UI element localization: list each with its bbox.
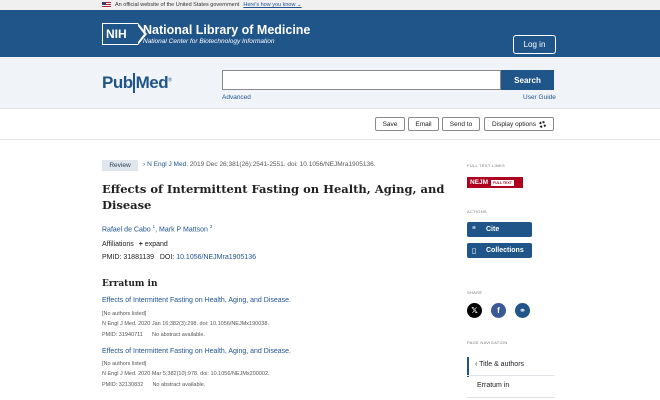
publication-type-badge: Review: [102, 160, 138, 171]
collections-button[interactable]: ▯ Collections: [467, 243, 532, 258]
permalink-icon[interactable]: ⚭: [515, 303, 530, 318]
action-bar: Save Email Send to Display options: [0, 110, 660, 140]
erratum-heading: Erratum in: [102, 279, 158, 289]
affiliations-toggle[interactable]: Affiliations + expand: [102, 241, 168, 248]
doi-link[interactable]: 10.1056/NEJMra1905136: [176, 254, 256, 261]
search-button[interactable]: Search: [501, 70, 554, 90]
login-button[interactable]: Log in: [513, 35, 556, 54]
share-label: SHARE: [467, 290, 483, 295]
search-area: Pub Med® Search Advanced User Guide: [0, 57, 660, 109]
display-options-button[interactable]: Display options: [484, 117, 554, 131]
actions-label: ACTIONS: [467, 209, 487, 214]
quote-icon: “: [472, 225, 476, 234]
article-ids: PMID: 31881139 DOI: 10.1056/NEJMra190513…: [102, 254, 256, 261]
search-input[interactable]: [222, 70, 501, 90]
twitter-x-icon[interactable]: 𝕏: [467, 303, 482, 318]
chevron-right-icon: ›: [143, 161, 146, 168]
author-list: Rafael de Cabo 1, Mark P Mattson 2: [102, 224, 213, 234]
erratum-authors: [No authors listed]: [102, 311, 147, 317]
nlm-title[interactable]: National Library of Medicine: [143, 23, 310, 37]
bookmark-icon: ▯: [472, 246, 477, 255]
email-button[interactable]: Email: [408, 117, 439, 131]
erratum-pmid-line: PMID: 32130832 No abstract available.: [102, 382, 206, 388]
article-title: Effects of Intermittent Fasting on Healt…: [102, 182, 445, 212]
us-flag-icon: [102, 2, 111, 8]
nlm-subtitle: National Center for Biotechnology Inform…: [143, 38, 275, 45]
heres-how-you-know-link[interactable]: Here's how you know ⌄: [243, 2, 301, 8]
erratum-citation: N Engl J Med. 2020 Jan 16;382(3):298. do…: [102, 321, 269, 327]
full-text-links-label: FULL TEXT LINKS: [467, 163, 505, 168]
erratum-citation: N Engl J Med. 2020 Mar 5;382(10):978. do…: [102, 371, 270, 377]
nih-logo[interactable]: NIH: [102, 22, 147, 45]
erratum-authors: [No authors listed]: [102, 361, 147, 367]
nav-item-erratum[interactable]: Erratum in: [467, 382, 555, 389]
advanced-search-link[interactable]: Advanced: [222, 94, 251, 101]
save-button[interactable]: Save: [375, 117, 405, 131]
gov-banner-text: An official website of the United States…: [115, 2, 240, 8]
nlm-header: NIH National Library of Medicine Nationa…: [0, 10, 660, 57]
gov-banner: An official website of the United States…: [0, 0, 660, 10]
erratum-title-link[interactable]: Effects of Intermittent Fasting on Healt…: [102, 348, 291, 355]
gear-icon: [539, 120, 547, 128]
pubmed-logo[interactable]: Pub Med®: [102, 73, 172, 93]
nejm-full-text-link[interactable]: NEJM FULL TEXT: [467, 177, 523, 188]
send-to-button[interactable]: Send to: [442, 117, 480, 131]
erratum-title-link[interactable]: Effects of Intermittent Fasting on Healt…: [102, 297, 291, 304]
facebook-icon[interactable]: f: [491, 303, 506, 318]
nav-divider: [467, 375, 555, 376]
nav-divider: [467, 397, 555, 398]
article-citation: › N Engl J Med. 2019 Dec 26;381(26):2541-…: [143, 161, 376, 168]
author-link[interactable]: Mark P Mattson: [159, 226, 208, 233]
pmid: PMID: 31881139: [102, 254, 155, 261]
cite-button[interactable]: “Cite: [467, 222, 532, 237]
journal-link[interactable]: N Engl J Med.: [147, 161, 188, 168]
plus-icon: +: [138, 241, 143, 248]
nav-item-title-authors[interactable]: ‹ Title & authors: [467, 357, 555, 377]
user-guide-link[interactable]: User Guide: [523, 94, 556, 101]
author-link[interactable]: Rafael de Cabo: [102, 226, 151, 233]
erratum-pmid-line: PMID: 31940711 No abstract available.: [102, 332, 205, 338]
page-navigation-label: PAGE NAVIGATION: [467, 340, 508, 345]
